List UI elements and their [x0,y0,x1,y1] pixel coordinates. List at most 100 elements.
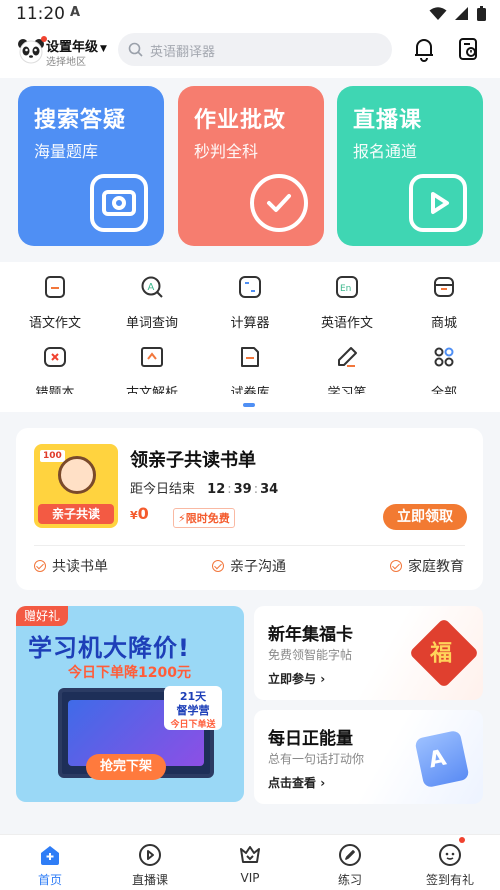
tool-label: 试卷库 [230,386,270,394]
home-icon [41,846,59,865]
tool-grid: 语文作文 A 单词查询 计算器 En 英语作文 商城 错题本 古文解析 试卷库 … [0,262,500,412]
thumb-ribbon: 亲子共读 [38,504,114,524]
free-tag-label: 限时免费 [185,512,230,525]
scan-record-icon[interactable] [458,37,480,61]
english-essay-icon: En [336,276,358,298]
checkmark-icon [250,174,308,232]
tool-study-pen[interactable]: 学习笔 [307,344,387,394]
svg-text:A: A [148,282,155,293]
new-year-card[interactable]: 新年集福卡 免费领智能字帖 立即参与 › 福 [254,606,483,700]
status-bar: 11:20 A [0,0,500,28]
tool-wrong-book[interactable]: 错题本 [15,344,95,394]
tool-exam-library[interactable]: 试卷库 [210,344,290,394]
child-illustration [58,456,96,494]
card-action[interactable]: 点击查看 › [268,774,325,791]
search-placeholder: 英语翻译器 [150,45,216,60]
tool-classical-text[interactable]: 古文解析 [112,344,192,394]
tool-shop[interactable]: 商城 [404,274,484,331]
tab-home[interactable]: 首页 [0,843,100,888]
tab-label: 首页 [37,873,62,887]
price-value: 0 [137,504,149,523]
calendar-icon: A [414,729,470,789]
card-subtitle: 秒判全科 [194,142,259,161]
promo-thumbnail: 100 亲子共读 [34,444,118,528]
card-subtitle: 海量题库 [34,142,99,161]
feature-item: 亲子沟通 [212,556,286,576]
tool-label: 古文解析 [125,386,178,394]
fortune-icon: 福 [408,617,480,689]
live-course-card[interactable]: 直播课 报名通道 [337,86,483,246]
checkin-icon [439,844,461,866]
card-action[interactable]: 立即参与 › [268,670,325,687]
price-symbol: ¥ [130,509,138,522]
svg-text:En: En [340,284,351,294]
all-apps-icon [434,347,454,367]
banner-subline: 今日下单降1200元 [68,665,191,681]
play-icon [409,174,467,232]
daily-positive-card[interactable]: 每日正能量 总有一句话打动你 点击查看 › A [254,710,483,804]
card-subtitle: 报名通道 [353,142,418,161]
bell-icon[interactable] [412,36,436,62]
tool-label: 学习笔 [327,386,367,394]
countdown-hours: 12 [207,482,226,497]
learning-machine-banner[interactable]: 赠好礼 学习机大降价! 今日下单降1200元 21天 督学营 今日下单送 抢完下… [16,606,244,802]
card-title: 每日正能量 [268,729,353,749]
countdown-minutes: 39 [233,482,252,497]
tool-label: 商城 [430,316,457,331]
card-title: 直播课 [353,108,423,133]
top-header: 设置年级 ▼ 选择地区 英语翻译器 [0,28,500,78]
card-desc: 总有一句话打动你 [268,752,365,766]
badge-line2: 督学营 [176,704,210,717]
tab-vip[interactable]: VIP [200,843,300,885]
feature-label: 共读书单 [52,559,108,575]
countdown-label: 距今日结束 [130,482,196,497]
tab-label: 练习 [337,873,362,887]
calculator-icon [239,276,261,298]
claim-button[interactable]: 立即领取 [383,504,467,530]
tool-all[interactable]: 全部 [404,344,484,394]
grab-button[interactable]: 抢完下架 [86,754,166,780]
tool-calculator[interactable]: 计算器 [210,274,290,331]
gift-tag: 赠好礼 [16,606,69,626]
tool-english-essay[interactable]: En 英语作文 [307,274,387,331]
countdown: 距今日结束 12:39:34 [130,482,279,497]
reading-list-promo[interactable]: 100 亲子共读 领亲子共读书单 距今日结束 12:39:34 ¥0 ⚡限时免费… [16,428,483,590]
study-pen-icon [338,347,357,367]
camp-badge: 21天 督学营 今日下单送 [164,686,222,730]
search-input[interactable]: 英语翻译器 [118,33,392,66]
tab-checkin[interactable]: 签到有礼 [400,843,500,888]
countdown-seconds: 34 [260,482,279,497]
checkin-notice-dot [459,837,465,843]
feature-item: 共读书单 [34,556,108,576]
tool-label: 英语作文 [320,316,373,331]
promo-title: 领亲子共读书单 [130,450,256,471]
tool-label: 错题本 [35,386,75,394]
tool-label: 全部 [430,386,457,394]
homework-check-card[interactable]: 作业批改 秒判全科 [178,86,324,246]
card-title: 作业批改 [194,108,287,133]
tool-word-lookup[interactable]: A 单词查询 [112,274,192,331]
tab-label: 直播课 [131,873,168,887]
tab-live[interactable]: 直播课 [100,843,200,888]
vip-crown-icon [240,846,260,863]
region-selector[interactable]: 选择地区 [46,53,86,68]
exam-library-icon [241,347,259,367]
tab-practice[interactable]: 练习 [300,843,400,888]
check-circle-icon [212,560,224,572]
tool-label: 语文作文 [28,316,81,331]
check-circle-icon [34,560,46,572]
status-time: 11:20 [16,4,65,24]
camera-icon [90,174,148,232]
badge-line1: 21天 [179,690,207,703]
search-answer-card[interactable]: 搜索答疑 海量题库 [18,86,164,246]
tool-chinese-essay[interactable]: 语文作文 [15,274,95,331]
play-icon [139,844,161,866]
page-indicator [243,403,255,407]
system-icons [429,6,486,21]
tool-label: 计算器 [230,316,270,331]
tab-label: VIP [240,871,260,885]
thumb-tag: 100 [40,450,65,462]
card-desc: 免费领智能字帖 [268,648,353,662]
card-title: 搜索答疑 [34,108,127,133]
tab-label: 签到有礼 [425,873,474,887]
